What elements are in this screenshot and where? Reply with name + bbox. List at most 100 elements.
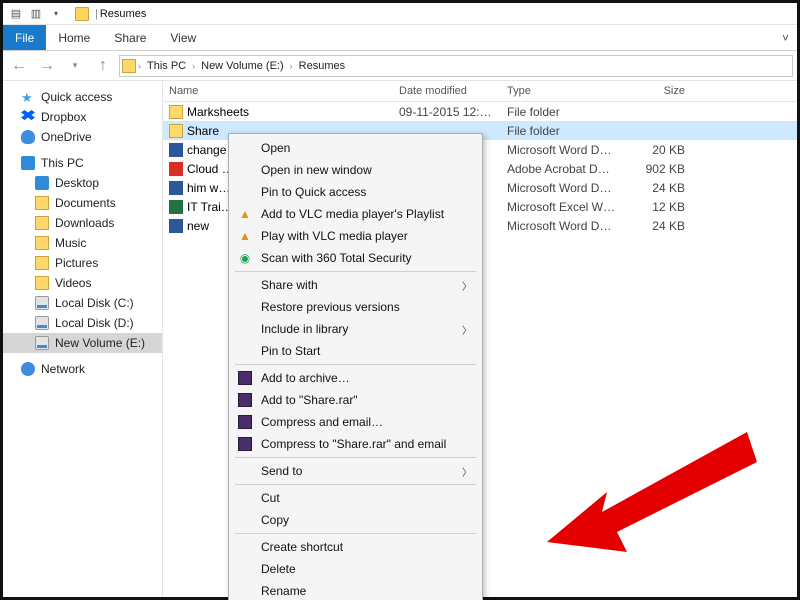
nav-recent-chevron-icon[interactable]: ▾ [63, 54, 87, 78]
navigation-pane: ★Quick access Dropbox OneDrive This PC D… [3, 81, 163, 597]
ctx-send-to[interactable]: Send to〉 [231, 460, 480, 482]
properties-icon[interactable]: ▤ [7, 5, 25, 23]
separator [235, 271, 476, 272]
archive-icon [237, 414, 253, 430]
file-type: Microsoft Excel W… [501, 200, 621, 214]
ctx-open-new-window[interactable]: Open in new window [231, 159, 480, 181]
ctx-label: Compress to "Share.rar" and email [261, 437, 446, 451]
crumb-this-pc[interactable]: This PC [143, 60, 190, 72]
ctx-label: Cut [261, 491, 280, 505]
nav-documents[interactable]: Documents [3, 193, 162, 213]
col-name[interactable]: Name [163, 81, 393, 101]
nav-back-button[interactable]: ← [7, 54, 31, 78]
nav-this-pc[interactable]: This PC [3, 153, 162, 173]
nav-local-d[interactable]: Local Disk (D:) [3, 313, 162, 333]
file-date: 09-11-2015 12:08 … [393, 105, 501, 119]
new-folder-icon[interactable]: ▥ [27, 5, 45, 23]
nav-label: Videos [55, 276, 91, 290]
nav-label: Pictures [55, 256, 98, 270]
address-bar[interactable]: › This PC › New Volume (E:) › Resumes [119, 55, 793, 77]
pc-icon [21, 156, 35, 170]
file-row[interactable]: Marksheets09-11-2015 12:08 …File folder [163, 102, 797, 121]
nav-label: Dropbox [41, 110, 86, 124]
ctx-pin-quick-access[interactable]: Pin to Quick access [231, 181, 480, 203]
file-name: IT Trai… [187, 200, 233, 214]
nav-pictures[interactable]: Pictures [3, 253, 162, 273]
ctx-create-shortcut[interactable]: Create shortcut [231, 536, 480, 558]
nav-forward-button[interactable]: → [35, 54, 59, 78]
file-size: 24 KB [621, 181, 691, 195]
ctx-restore-versions[interactable]: Restore previous versions [231, 296, 480, 318]
col-date[interactable]: Date modified [393, 81, 501, 101]
folder-icon [75, 7, 89, 21]
ctx-scan-360[interactable]: ◉Scan with 360 Total Security [231, 247, 480, 269]
ctx-open[interactable]: Open [231, 137, 480, 159]
ctx-label: Pin to Start [261, 344, 320, 358]
file-type: Adobe Acrobat D… [501, 162, 621, 176]
nav-label: New Volume (E:) [55, 336, 145, 350]
nav-network[interactable]: Network [3, 359, 162, 379]
nav-onedrive[interactable]: OneDrive [3, 127, 162, 147]
nav-music[interactable]: Music [3, 233, 162, 253]
ctx-delete[interactable]: Delete [231, 558, 480, 580]
vlc-icon: ▲ [237, 206, 253, 222]
ctx-pin-start[interactable]: Pin to Start [231, 340, 480, 362]
chevron-right-icon: › [290, 61, 293, 71]
folder-icon [35, 276, 49, 290]
ctx-label: Open in new window [261, 163, 372, 177]
nav-local-c[interactable]: Local Disk (C:) [3, 293, 162, 313]
nav-label: This PC [41, 156, 84, 170]
ctx-label: Add to archive… [261, 371, 350, 385]
ribbon-expand-icon[interactable]: ˅ [774, 25, 797, 50]
ctx-label: Delete [261, 562, 296, 576]
drive-icon [35, 316, 49, 330]
ctx-label: Share with [261, 278, 318, 292]
archive-icon [237, 436, 253, 452]
ctx-cut[interactable]: Cut [231, 487, 480, 509]
crumb-new-volume[interactable]: New Volume (E:) [197, 60, 288, 72]
tab-file[interactable]: File [3, 25, 46, 50]
col-size[interactable]: Size [621, 81, 691, 101]
nav-quick-access[interactable]: ★Quick access [3, 87, 162, 107]
nav-up-button[interactable]: ↑ [91, 54, 115, 78]
chevron-right-icon: 〉 [462, 322, 472, 337]
file-icon [169, 162, 183, 176]
ctx-label: Copy [261, 513, 289, 527]
ctx-include-library[interactable]: Include in library〉 [231, 318, 480, 340]
crumb-resumes[interactable]: Resumes [295, 60, 349, 72]
nav-videos[interactable]: Videos [3, 273, 162, 293]
desktop-icon [35, 176, 49, 190]
nav-new-volume-e[interactable]: New Volume (E:) [3, 333, 162, 353]
qat-chevron-icon[interactable]: ▾ [47, 5, 65, 23]
ctx-rename[interactable]: Rename [231, 580, 480, 600]
ctx-add-archive[interactable]: Add to archive… [231, 367, 480, 389]
ctx-add-share-rar[interactable]: Add to "Share.rar" [231, 389, 480, 411]
ctx-label: Add to "Share.rar" [261, 393, 358, 407]
nav-dropbox[interactable]: Dropbox [3, 107, 162, 127]
nav-downloads[interactable]: Downloads [3, 213, 162, 233]
tab-share[interactable]: Share [102, 25, 158, 50]
ctx-vlc-play[interactable]: ▲Play with VLC media player [231, 225, 480, 247]
ctx-label: Scan with 360 Total Security [261, 251, 412, 265]
ctx-label: Create shortcut [261, 540, 343, 554]
ctx-copy[interactable]: Copy [231, 509, 480, 531]
nav-desktop[interactable]: Desktop [3, 173, 162, 193]
file-icon [169, 143, 183, 157]
file-name: new [187, 219, 209, 233]
address-bar-row: ← → ▾ ↑ › This PC › New Volume (E:) › Re… [3, 51, 797, 81]
ctx-compress-share-email[interactable]: Compress to "Share.rar" and email [231, 433, 480, 455]
separator [235, 457, 476, 458]
col-type[interactable]: Type [501, 81, 621, 101]
ctx-share-with[interactable]: Share with〉 [231, 274, 480, 296]
file-name: Share [187, 124, 219, 138]
folder-icon [35, 256, 49, 270]
drive-icon [35, 336, 49, 350]
tab-view[interactable]: View [158, 25, 208, 50]
separator [235, 364, 476, 365]
nav-label: OneDrive [41, 130, 92, 144]
ctx-vlc-add-playlist[interactable]: ▲Add to VLC media player's Playlist [231, 203, 480, 225]
ctx-compress-email[interactable]: Compress and email… [231, 411, 480, 433]
tab-home[interactable]: Home [46, 25, 102, 50]
file-type: Microsoft Word D… [501, 219, 621, 233]
file-size: 12 KB [621, 200, 691, 214]
